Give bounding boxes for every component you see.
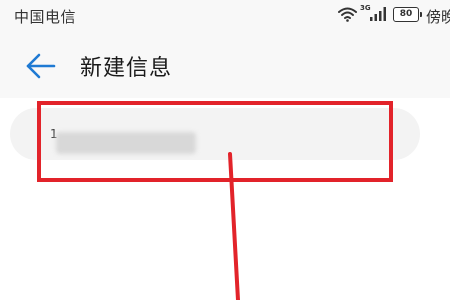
battery-level: 80: [399, 9, 413, 19]
status-bar: 中国电信 3G 80 傍晚: [0, 0, 450, 30]
recipient-input[interactable]: 1: [10, 108, 420, 160]
compose-area: 1: [0, 98, 450, 300]
page-title: 新建信息: [80, 56, 173, 81]
app-bar: 新建信息: [0, 30, 450, 98]
battery-icon: 80: [393, 7, 422, 22]
signal-icon: [370, 7, 386, 21]
wifi-icon: [338, 7, 357, 22]
carrier-name: 中国电信: [14, 8, 77, 26]
recipient-number-redacted: [56, 132, 196, 154]
back-arrow-icon[interactable]: [24, 50, 58, 82]
clock: 傍晚: [426, 8, 450, 26]
